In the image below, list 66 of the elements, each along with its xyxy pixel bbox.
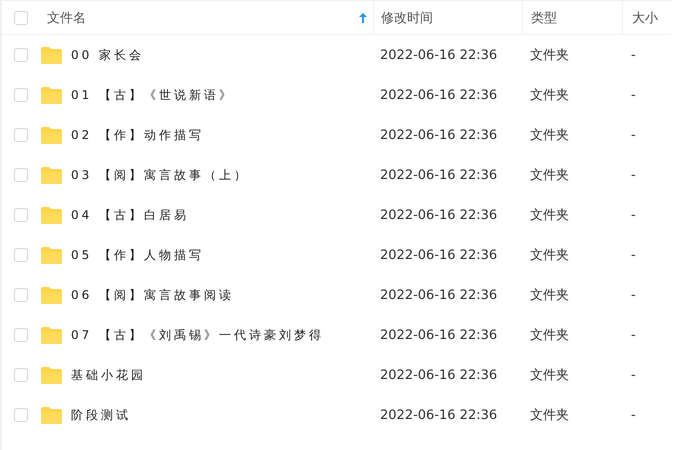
- folder-icon: [41, 86, 62, 104]
- file-type: 文件夹: [530, 208, 569, 223]
- column-header[interactable]: 文件名: [47, 8, 86, 26]
- row-checkbox[interactable]: [14, 368, 28, 382]
- folder-icon: [41, 246, 62, 264]
- modified-time: 2022-06-16 22:36: [380, 208, 498, 222]
- file-type: 文件夹: [530, 368, 569, 383]
- column-header[interactable]: 修改时间: [381, 8, 433, 26]
- folder-name[interactable]: 07 【古】《刘禹锡》一代诗豪刘梦得: [71, 326, 324, 344]
- folder-name[interactable]: 阶段测试: [71, 406, 131, 424]
- row-checkbox[interactable]: [14, 248, 28, 262]
- column-header[interactable]: 类型: [531, 8, 557, 26]
- file-size: -: [631, 408, 636, 422]
- file-size: -: [631, 48, 636, 62]
- file-size: -: [631, 328, 636, 342]
- folder-icon: [41, 326, 62, 344]
- file-type: 文件夹: [530, 88, 569, 103]
- folder-name[interactable]: 01 【古】《世说新语》: [71, 86, 234, 104]
- folder-name[interactable]: 04 【古】白居易: [71, 206, 190, 224]
- folder-icon: [41, 286, 62, 304]
- file-type: 文件夹: [530, 328, 569, 343]
- folder-icon: [41, 406, 62, 424]
- modified-time: 2022-06-16 22:36: [380, 88, 498, 102]
- modified-time: 2022-06-16 22:36: [380, 48, 498, 62]
- modified-time: 2022-06-16 22:36: [380, 288, 498, 302]
- file-size: -: [631, 168, 636, 182]
- row-checkbox[interactable]: [14, 288, 28, 302]
- select-all-checkbox[interactable]: [14, 10, 28, 24]
- file-size: -: [631, 208, 636, 222]
- file-size: -: [631, 288, 636, 302]
- sort-arrow-icon[interactable]: [359, 12, 367, 22]
- folder-name[interactable]: 05 【作】人物描写: [71, 246, 204, 264]
- modified-time: 2022-06-16 22:36: [380, 248, 498, 262]
- folder-name[interactable]: 03 【阅】寓言故事（上）: [71, 166, 250, 184]
- folder-icon: [41, 166, 62, 184]
- file-type: 文件夹: [530, 128, 569, 143]
- row-checkbox[interactable]: [14, 208, 28, 222]
- modified-time: 2022-06-16 22:36: [380, 168, 498, 182]
- folder-name[interactable]: 06 【阅】寓言故事阅读: [71, 286, 234, 304]
- file-size: -: [631, 248, 636, 262]
- folder-name[interactable]: 基础小花园: [71, 366, 146, 384]
- row-checkbox[interactable]: [14, 88, 28, 102]
- folder-icon: [41, 366, 62, 384]
- file-size: -: [631, 128, 636, 142]
- folder-icon: [41, 206, 62, 224]
- file-type: 文件夹: [530, 408, 569, 423]
- row-checkbox[interactable]: [14, 128, 28, 142]
- row-checkbox[interactable]: [14, 328, 28, 342]
- folder-icon: [41, 126, 62, 144]
- column-header[interactable]: 大小: [632, 8, 658, 26]
- folder-name[interactable]: 02 【作】动作描写: [71, 126, 204, 144]
- file-type: 文件夹: [530, 48, 569, 63]
- file-type: 文件夹: [530, 168, 569, 183]
- modified-time: 2022-06-16 22:36: [380, 328, 498, 342]
- file-size: -: [631, 368, 636, 382]
- modified-time: 2022-06-16 22:36: [380, 368, 498, 382]
- modified-time: 2022-06-16 22:36: [380, 408, 498, 422]
- row-checkbox[interactable]: [14, 408, 28, 422]
- row-checkbox[interactable]: [14, 48, 28, 62]
- file-type: 文件夹: [530, 248, 569, 263]
- row-checkbox[interactable]: [14, 168, 28, 182]
- folder-name[interactable]: 00 家长会: [71, 46, 144, 64]
- folder-icon: [41, 46, 62, 64]
- file-type: 文件夹: [530, 288, 569, 303]
- file-size: -: [631, 88, 636, 102]
- modified-time: 2022-06-16 22:36: [380, 128, 498, 142]
